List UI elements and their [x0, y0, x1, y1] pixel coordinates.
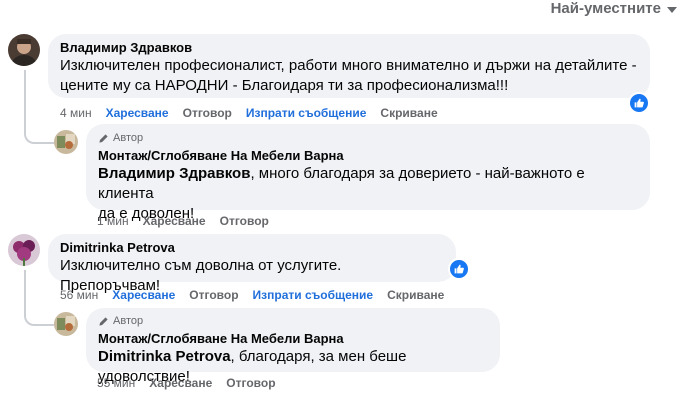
reply-bubble: Автор Монтаж/Сглобяване На Мебели Варна …: [86, 308, 500, 385]
reply-actions: 55 мин Харесване Отговор: [97, 376, 290, 390]
comment-bubble: Dimitrinka Petrova Изключително съм дово…: [48, 234, 456, 294]
comment-actions: 56 мин Харесване Отговор Изпрати съобщен…: [60, 288, 458, 302]
avatar[interactable]: [8, 34, 40, 66]
like-reaction-icon[interactable]: [448, 258, 470, 280]
reply-author[interactable]: Монтаж/Сглобяване На Мебели Варна: [98, 148, 638, 164]
like-button[interactable]: Харесване: [149, 376, 212, 390]
avatar[interactable]: [54, 130, 78, 154]
reply-button[interactable]: Отговор: [183, 106, 232, 120]
comment-time[interactable]: 56 мин: [60, 288, 98, 302]
reply-text-line: Владимир Здравков, много благодаря за до…: [98, 164, 638, 204]
thread-connector: [24, 270, 54, 326]
pencil-icon: [99, 316, 108, 326]
reply-author[interactable]: Монтаж/Сглобяване На Мебели Варна: [98, 331, 488, 347]
comment-author[interactable]: Dimitrinka Petrova: [60, 240, 444, 256]
reply-time[interactable]: 1 мин: [97, 214, 129, 228]
avatar[interactable]: [8, 234, 40, 266]
reply-actions: 1 мин Харесване Отговор: [97, 214, 283, 228]
comment-actions: 4 мин Харесване Отговор Изпрати съобщени…: [60, 106, 452, 120]
like-button[interactable]: Харесване: [106, 106, 169, 120]
like-button[interactable]: Харесване: [112, 288, 175, 302]
sort-label: Най-уместните: [550, 0, 661, 17]
reply-time[interactable]: 55 мин: [97, 376, 135, 390]
send-message-button[interactable]: Изпрати съобщение: [253, 288, 374, 302]
hide-button[interactable]: Скриване: [387, 288, 444, 302]
author-badge: Автор: [98, 314, 488, 328]
thread-connector: [24, 70, 54, 144]
comment-bubble: Владимир Здравков Изключителен професион…: [48, 34, 650, 98]
comment-text-line: Изключителен професионалист, работи мног…: [60, 57, 637, 74]
author-badge: Автор: [98, 131, 638, 145]
comment-time[interactable]: 4 мин: [60, 106, 92, 120]
mention-link[interactable]: Владимир Здравков: [98, 165, 250, 182]
send-message-button[interactable]: Изпрати съобщение: [246, 106, 367, 120]
reply-button[interactable]: Отговор: [220, 214, 269, 228]
mention-link[interactable]: Dimitrinka Petrova: [98, 348, 231, 365]
chevron-down-icon: [667, 6, 677, 13]
reply-bubble: Автор Монтаж/Сглобяване На Мебели Варна …: [86, 124, 650, 222]
like-button[interactable]: Харесване: [143, 214, 206, 228]
hide-button[interactable]: Скриване: [380, 106, 437, 120]
comment-author[interactable]: Владимир Здравков: [60, 40, 638, 56]
reply-button[interactable]: Отговор: [189, 288, 238, 302]
pencil-icon: [99, 133, 108, 143]
avatar[interactable]: [54, 312, 78, 336]
sort-dropdown[interactable]: Най-уместните: [551, 0, 677, 17]
author-badge-label: Автор: [113, 315, 144, 327]
reply-button[interactable]: Отговор: [226, 376, 275, 390]
author-badge-label: Автор: [113, 132, 144, 144]
like-reaction-icon[interactable]: [628, 92, 650, 114]
comment-text-line: цените му са НАРОДНИ - Благоидаря ти за …: [60, 77, 509, 94]
